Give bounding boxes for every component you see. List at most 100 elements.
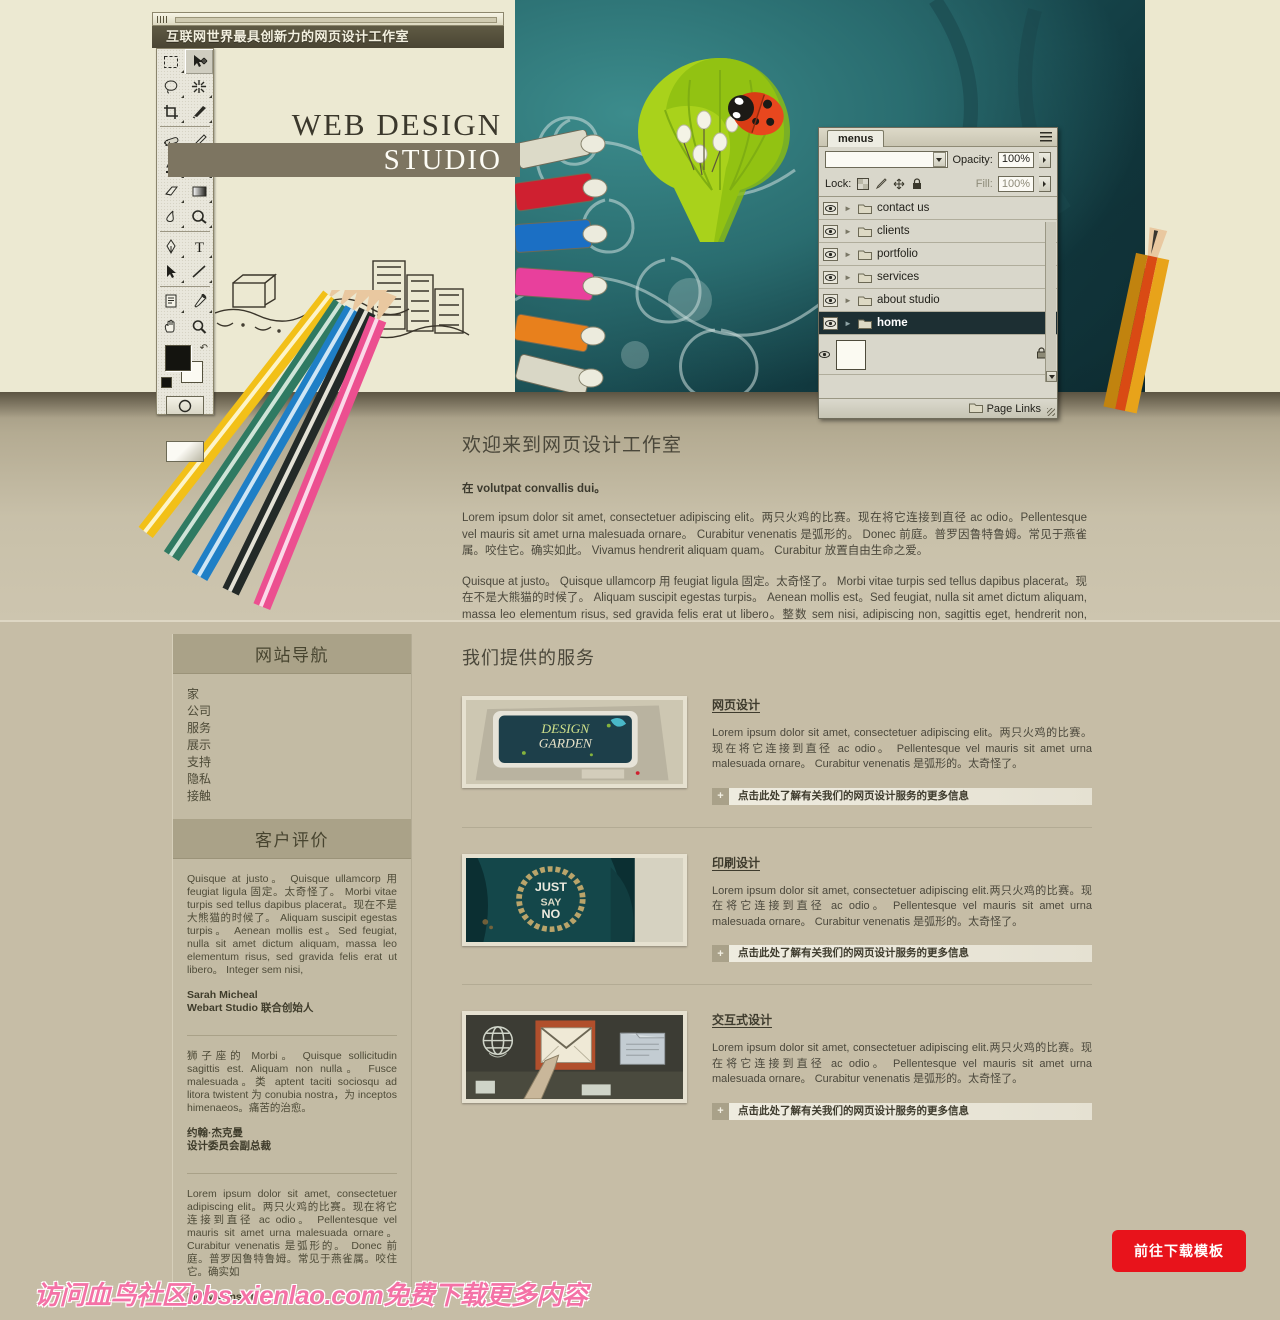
print-design-thumbnail[interactable]: JUST SAY NO <box>462 853 687 946</box>
welcome-paragraph-1: Lorem ipsum dolor sit amet, consectetuer… <box>462 512 1087 557</box>
layer-expand-icon[interactable]: ► <box>841 204 855 213</box>
panel-tab-menus[interactable]: menus <box>827 130 885 147</box>
layer-row-services[interactable]: ► services <box>819 266 1057 289</box>
color-swatches[interactable]: ↶ <box>157 341 213 393</box>
folder-icon <box>855 226 875 237</box>
service-cta[interactable]: + 点击此处了解有关我们的网页设计服务的更多信息 <box>712 945 1092 962</box>
service-cta-label[interactable]: 点击此处了解有关我们的网页设计服务的更多信息 <box>729 1103 969 1120</box>
lock-all-icon[interactable] <box>910 178 923 191</box>
lock-transparency-icon[interactable] <box>856 178 869 191</box>
lock-label: Lock: <box>825 178 852 190</box>
swap-colors-icon[interactable]: ↶ <box>200 343 208 354</box>
notes-tool[interactable] <box>157 289 185 314</box>
panel-resize-handle[interactable] <box>1047 408 1055 416</box>
foreground-color-swatch[interactable] <box>165 345 191 371</box>
default-colors-icon[interactable] <box>161 377 172 388</box>
page-links-label[interactable]: Page Links <box>987 403 1041 415</box>
service-title[interactable]: 交互式设计 <box>712 1011 1092 1028</box>
sidebar-item-services[interactable]: 服务 <box>187 720 411 737</box>
fill-stepper[interactable] <box>1039 176 1051 192</box>
magic-wand-tool[interactable] <box>185 74 213 99</box>
layer-visibility-icon[interactable] <box>819 293 841 307</box>
eraser-tool[interactable] <box>157 179 185 204</box>
sidebar-nav[interactable]: 家 公司 服务 展示 支持 隐私 接触 <box>173 674 411 819</box>
layer-row-about-studio[interactable]: ► about studio <box>819 289 1057 312</box>
plus-icon: + <box>712 1102 729 1120</box>
layer-expand-icon[interactable]: ► <box>841 273 855 282</box>
zoom-tool[interactable] <box>185 314 213 339</box>
layer-expand-icon[interactable]: ► <box>841 296 855 305</box>
pen-tool[interactable] <box>157 234 185 259</box>
line-tool[interactable] <box>185 259 213 284</box>
chevron-down-icon[interactable] <box>932 152 946 167</box>
sidebar-item-home[interactable]: 家 <box>187 686 411 703</box>
layer-visibility-icon[interactable] <box>819 316 841 330</box>
quick-mask-icon[interactable] <box>166 396 204 415</box>
layer-expand-icon[interactable]: ► <box>841 319 855 328</box>
layers-scrollbar[interactable] <box>1045 222 1057 382</box>
service-title[interactable]: 印刷设计 <box>712 854 1092 871</box>
layer-visibility-icon[interactable] <box>819 224 841 238</box>
interactive-design-thumbnail[interactable] <box>462 1011 687 1103</box>
layer-visibility-icon[interactable] <box>819 270 841 284</box>
slice-tool[interactable] <box>185 99 213 124</box>
screen-mode-toggle[interactable] <box>157 441 213 462</box>
layers-list[interactable]: ► contact us ► clients ► portfolio ► ser… <box>819 196 1057 375</box>
service-cta[interactable]: + 点击此处了解有关我们的网页设计服务的更多信息 <box>712 787 1092 805</box>
service-cta[interactable]: + 点击此处了解有关我们的网页设计服务的更多信息 <box>712 1102 1092 1120</box>
layer-row-background[interactable] <box>819 335 1057 375</box>
layer-expand-icon[interactable]: ► <box>841 250 855 259</box>
eyedropper-tool[interactable] <box>185 289 213 314</box>
layer-visibility-icon[interactable] <box>819 201 841 215</box>
move-tool[interactable] <box>185 49 213 74</box>
testimonial-role: 设计委员会副总裁 <box>187 1140 271 1152</box>
service-title[interactable]: 网页设计 <box>712 696 1092 713</box>
panel-menu-icon[interactable] <box>1040 132 1052 142</box>
marquee-tool[interactable] <box>157 49 185 74</box>
layers-panel[interactable]: menus Opacity: 100% Lock: Fill: 100% ► c… <box>818 127 1058 419</box>
layer-row-clients[interactable]: ► clients <box>819 220 1057 243</box>
layer-visibility-icon[interactable] <box>819 247 841 261</box>
crop-tool[interactable] <box>157 99 185 124</box>
opacity-stepper[interactable] <box>1039 151 1051 168</box>
layer-row-portfolio[interactable]: ► portfolio <box>819 243 1057 266</box>
screen-mode-icon[interactable] <box>166 441 204 462</box>
download-template-button[interactable]: 前往下载模板 <box>1112 1230 1246 1272</box>
quick-mask-toggle[interactable] <box>157 393 213 439</box>
panel-header[interactable]: menus <box>819 128 1057 147</box>
service-cta-label[interactable]: 点击此处了解有关我们的网页设计服务的更多信息 <box>729 945 969 962</box>
opacity-input[interactable]: 100% <box>997 151 1034 168</box>
sidebar-item-company[interactable]: 公司 <box>187 703 411 720</box>
fill-input[interactable]: 100% <box>997 176 1034 192</box>
layer-expand-icon[interactable]: ► <box>841 227 855 236</box>
gradient-tool[interactable] <box>185 179 213 204</box>
sidebar-item-contact[interactable]: 接触 <box>187 788 411 805</box>
brand-wordmark-line1: WEB DESIGN <box>240 106 520 144</box>
lock-image-icon[interactable] <box>874 178 887 191</box>
lock-position-icon[interactable] <box>892 178 905 191</box>
path-selection-tool[interactable] <box>157 259 185 284</box>
lasso-tool[interactable] <box>157 74 185 99</box>
scroll-down-button[interactable] <box>1046 371 1057 382</box>
photoshop-toolbar[interactable]: T ↶ <box>156 48 214 462</box>
layer-row-home[interactable]: ► home <box>819 312 1057 335</box>
web-design-thumbnail[interactable]: DESIGN GARDEN <box>462 696 687 788</box>
layer-name: about studio <box>877 294 940 306</box>
welcome-heading: 欢迎来到网页设计工作室 <box>462 435 683 456</box>
sidebar-item-privacy[interactable]: 隐私 <box>187 771 411 788</box>
blur-tool[interactable] <box>157 204 185 229</box>
type-tool[interactable]: T <box>185 234 213 259</box>
blend-mode-select[interactable] <box>825 151 948 168</box>
sidebar-item-showcase[interactable]: 展示 <box>187 737 411 754</box>
folder-icon <box>855 318 875 329</box>
hand-tool[interactable] <box>157 314 185 339</box>
panel-footer[interactable]: Page Links <box>819 398 1057 418</box>
dodge-tool[interactable] <box>185 204 213 229</box>
layer-row-contact-us[interactable]: ► contact us <box>819 197 1057 220</box>
sidebar-item-support[interactable]: 支持 <box>187 754 411 771</box>
lock-fill-row[interactable]: Lock: Fill: 100% <box>819 172 1057 196</box>
blend-opacity-row[interactable]: Opacity: 100% <box>819 147 1057 172</box>
document-window-titlebar[interactable] <box>152 12 504 26</box>
layer-visibility-icon[interactable] <box>819 349 830 361</box>
service-cta-label[interactable]: 点击此处了解有关我们的网页设计服务的更多信息 <box>729 788 969 805</box>
